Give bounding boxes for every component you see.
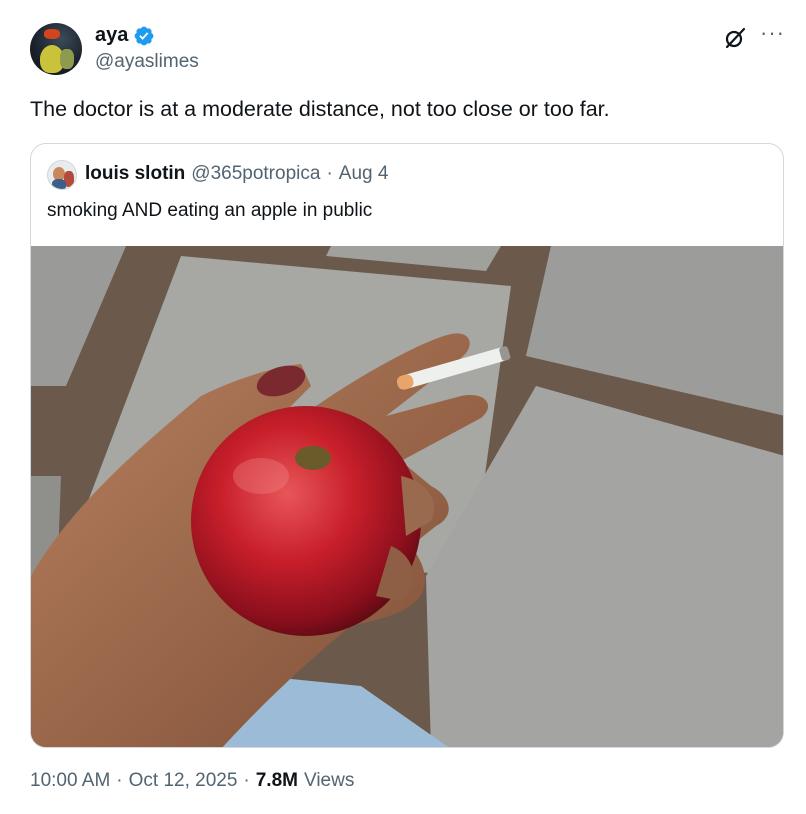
quoted-photo[interactable]	[31, 246, 784, 748]
verified-badge-icon	[134, 26, 154, 45]
quoted-display-name[interactable]: louis slotin	[85, 163, 185, 185]
author-display-name[interactable]: aya	[95, 24, 128, 47]
views-count: 7.8M	[255, 770, 298, 791]
quoted-header: louis slotin @365potropica · Aug 4	[85, 163, 388, 185]
tweet-date[interactable]: Oct 12, 2025	[129, 770, 238, 792]
tweet-time[interactable]: 10:00 AM	[30, 770, 110, 792]
meta-separator: ·	[243, 770, 250, 791]
apple-stem-cavity	[295, 446, 331, 470]
apple-highlight	[233, 458, 289, 494]
quoted-tweet-card[interactable]: louis slotin @365potropica · Aug 4 smoki…	[30, 143, 784, 748]
meta-separator: ·	[116, 770, 123, 791]
avatar-shape	[44, 29, 60, 39]
quoted-handle[interactable]: @365potropica	[191, 163, 320, 185]
quoted-text: smoking AND eating an apple in public	[47, 200, 373, 221]
more-icon[interactable]: ···	[760, 22, 786, 44]
quoted-date[interactable]: Aug 4	[339, 163, 389, 185]
tweet-text: The doctor is at a moderate distance, no…	[30, 97, 610, 121]
author-avatar[interactable]	[30, 23, 82, 75]
author-name-row: aya	[95, 24, 155, 47]
avatar-shape	[52, 179, 66, 189]
avatar-shape	[60, 49, 74, 69]
quoted-separator: ·	[326, 163, 333, 184]
quoted-author-avatar[interactable]	[47, 160, 77, 190]
author-handle[interactable]: @ayaslimes	[95, 51, 199, 73]
apple	[191, 406, 421, 636]
grok-icon[interactable]	[723, 26, 747, 50]
tweet-meta: 10:00 AM · Oct 12, 2025 · 7.8M Views	[30, 770, 354, 792]
views-label: Views	[303, 770, 355, 791]
